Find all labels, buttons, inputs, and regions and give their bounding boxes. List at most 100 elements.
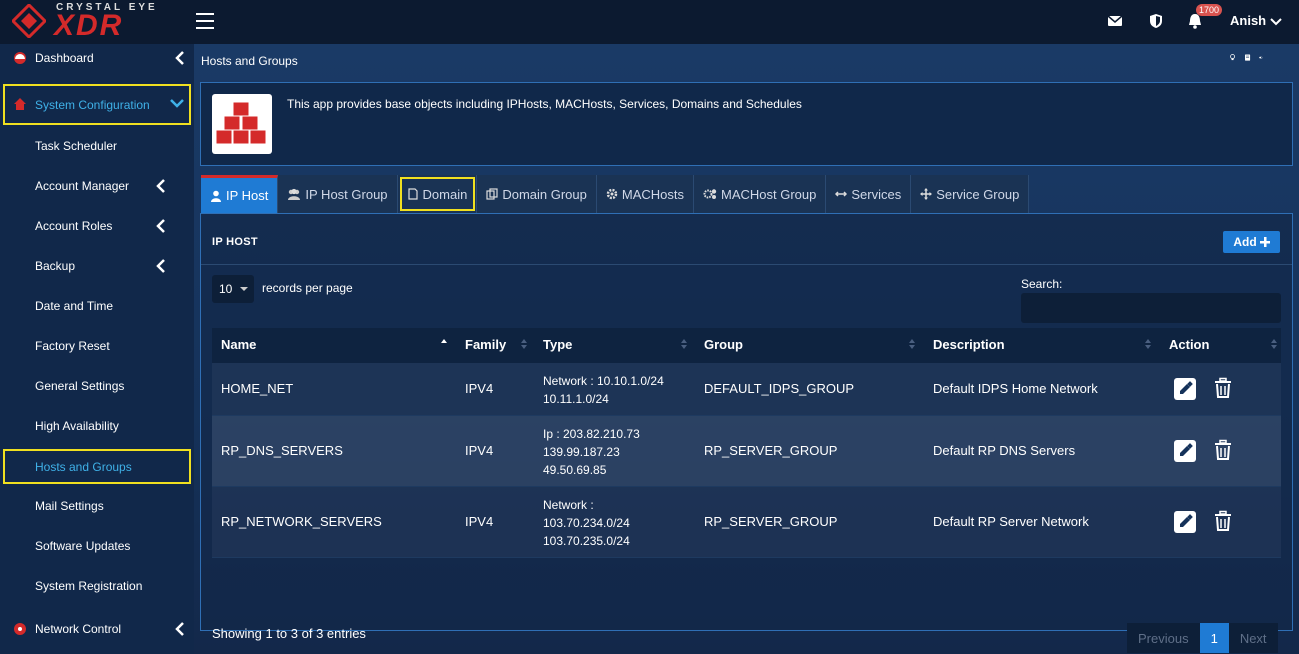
file-icon [407,188,418,200]
logo[interactable]: CRYSTAL EYE XDR [8,2,194,42]
brand-main: XDR [54,9,124,42]
lightbulb-icon[interactable] [1229,54,1236,61]
user-menu[interactable]: Anish [1230,13,1282,28]
sort-icon[interactable] [909,339,915,349]
sidebar-item-high-availability[interactable]: High Availability [0,408,194,444]
arrows-horizontal-icon [835,191,848,197]
sort-ascending-icon[interactable] [441,338,447,348]
column-header-group[interactable]: Group [704,337,743,352]
records-per-page-select[interactable]: 10 [212,275,254,303]
copy-icon [486,188,498,200]
cell-description: Default RP Server Network [933,514,1089,529]
sidebar-item-account-roles[interactable]: Account Roles [0,208,194,244]
cell-description: Default RP DNS Servers [933,443,1076,458]
sidebar-item-label: Network Control [35,622,122,636]
search-input[interactable] [1021,293,1281,323]
page-button[interactable]: 1 [1199,623,1229,653]
tab-label: IP Host Group [305,186,388,202]
chevron-down-icon [1270,17,1282,25]
sidebar-item-mail-settings[interactable]: Mail Settings [0,488,194,524]
user-icon [211,190,221,202]
tab-label: Domain Group [502,186,587,202]
sidebar-item-label: General Settings [35,379,125,393]
panel-divider [201,264,1292,265]
cell-name: RP_DNS_SERVERS [221,443,343,458]
edit-icon[interactable] [1174,378,1196,400]
chevron-left-icon [175,51,184,65]
sidebar-item-system-configuration[interactable]: System Configuration [2,83,192,126]
chevron-left-icon [175,622,184,636]
cell-type: Network : 10.10.1.0/24 10.11.1.0/24 [543,372,664,408]
main-content: Hosts and Groups This app provides base … [194,44,1299,654]
column-header-type[interactable]: Type [543,337,572,352]
sidebar-item-label: Account Roles [35,219,113,233]
add-button[interactable]: Add [1223,231,1280,253]
cell-group: RP_SERVER_GROUP [704,514,838,529]
sidebar-item-system-registration[interactable]: System Registration [0,568,194,604]
sort-icon[interactable] [1145,339,1151,349]
toggle-icon[interactable] [1259,54,1263,61]
table-header: Name Family Type Group Description Actio… [212,328,1281,363]
sidebar-item-label: System Registration [35,579,143,593]
sidebar-item-backup[interactable]: Backup [0,248,194,284]
tab-machosts[interactable]: MACHosts [596,175,694,213]
chevron-left-icon [156,259,165,273]
cell-type: Ip : 203.82.210.73 139.99.187.23 49.50.6… [543,425,640,479]
column-header-name[interactable]: Name [221,337,256,352]
sidebar-item-dashboard[interactable]: Dashboard [0,40,194,76]
plus-icon [1259,237,1270,247]
sidebar-item-software-updates[interactable]: Software Updates [0,528,194,564]
sidebar-item-label: Software Updates [35,539,131,553]
book-icon[interactable] [1244,54,1251,61]
tab-bar: IP Host IP Host Group Domain Domain Grou… [201,175,1030,213]
sidebar-item-general-settings[interactable]: General Settings [0,368,194,404]
sidebar-item-factory-reset[interactable]: Factory Reset [0,328,194,364]
tab-service-group[interactable]: Service Group [911,175,1030,213]
cell-family: IPV4 [465,514,494,529]
column-header-description[interactable]: Description [933,337,1005,352]
tab-services[interactable]: Services [826,175,912,213]
tab-label: IP Host [226,188,269,203]
trash-icon[interactable] [1212,377,1234,399]
type-line: 49.50.69.85 [543,463,607,477]
sidebar-item-date-and-time[interactable]: Date and Time [0,288,194,324]
search-label: Search: [1021,277,1063,291]
caret-down-icon [240,287,248,291]
trash-icon[interactable] [1212,439,1234,461]
edit-icon[interactable] [1174,511,1196,533]
sort-icon[interactable] [521,339,527,349]
logo-mark-icon [12,4,46,38]
cell-group: DEFAULT_IDPS_GROUP [704,381,855,396]
pagination: Previous 1 Next [1127,623,1278,653]
sidebar-item-account-manager[interactable]: Account Manager [0,168,194,204]
sort-icon[interactable] [681,339,687,349]
sidebar-item-task-scheduler[interactable]: Task Scheduler [0,128,194,164]
mail-icon[interactable] [1106,12,1124,30]
tab-domain-group[interactable]: Domain Group [477,175,597,213]
page-header-icons [1229,54,1263,61]
type-line: Network : [543,498,594,512]
tab-machost-group[interactable]: MACHost Group [694,175,827,213]
trash-icon[interactable] [1212,510,1234,532]
chevron-down-icon [170,99,184,108]
sidebar-item-label: Mail Settings [35,499,104,513]
type-line: 139.99.187.23 [543,445,620,459]
tab-ip-host-group[interactable]: IP Host Group [278,175,398,213]
chevron-left-icon [156,179,165,193]
type-line: 103.70.234.0/24 [543,516,630,530]
sidebar-item-hosts-and-groups[interactable]: Hosts and Groups [2,448,192,485]
sidebar-item-network-control[interactable]: Network Control [0,611,194,647]
sidebar-item-label: System Configuration [35,97,150,112]
next-button[interactable]: Next [1228,623,1278,653]
cell-family: IPV4 [465,443,494,458]
menu-toggle-icon[interactable] [196,13,214,29]
shield-icon[interactable] [1147,12,1165,30]
previous-button[interactable]: Previous [1127,623,1200,653]
column-header-family[interactable]: Family [465,337,506,352]
table-row: HOME_NET IPV4 Network : 10.10.1.0/24 10.… [212,363,1281,416]
edit-icon[interactable] [1174,440,1196,462]
tab-domain[interactable]: Domain [397,175,478,213]
gears-icon [703,189,717,199]
tab-ip-host[interactable]: IP Host [201,175,279,213]
sidebar-item-label: High Availability [35,419,119,433]
